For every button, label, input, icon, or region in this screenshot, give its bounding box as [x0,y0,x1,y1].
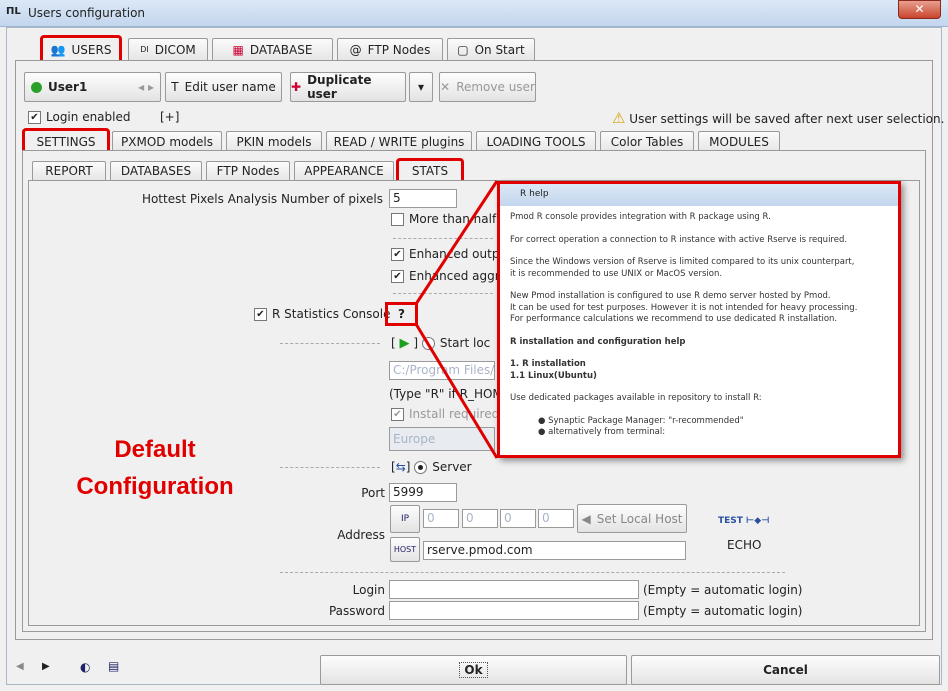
help-bullet: ● Synaptic Package Manager: "r-recommend… [538,415,744,426]
help-paragraph: Since the Windows version of Rserve is l… [510,257,855,279]
help-subheading: 1. R installation [510,359,586,369]
help-paragraph: For correct operation a connection to R … [510,234,848,245]
r-help-window: R help Pmod R console provides integrati… [497,181,901,458]
bullet-text: alternatively from terminal: [548,427,666,437]
ok-button[interactable]: Ok [320,655,627,685]
back-icon[interactable]: ◀ [16,661,24,672]
help-subheading: 1.1 Linux(Ubuntu) [510,370,597,381]
r-help-titlebar: R help [500,184,898,206]
r-help-title: R help [520,189,549,199]
annotation-line-2: Configuration [76,473,234,500]
reset-icon[interactable]: ◐ [80,660,90,674]
help-paragraph: New Pmod installation is configured to u… [510,291,858,324]
calculator-icon[interactable]: ▤ [108,659,119,673]
help-heading: R installation and configuration help [510,336,686,347]
help-bullet: ● alternatively from terminal: [538,427,666,437]
annotation-line-1: Default [114,436,196,463]
callout-line-bottom [414,323,499,459]
help-paragraph: Use dedicated packages available in repo… [510,393,762,403]
help-bullets: ● Synaptic Package Manager: "r-recommend… [510,416,888,439]
help-paragraph: Pmod R console provides integration with… [510,212,771,222]
callout-line-top [414,180,499,305]
button-label: Cancel [763,663,808,677]
bullet-text: Synaptic Package Manager: "r-recommended… [548,415,744,426]
cancel-button[interactable]: Cancel [631,655,940,685]
r-help-content: Pmod R console provides integration with… [500,206,898,445]
button-label: Ok [459,662,488,678]
forward-icon[interactable]: ▶ [42,661,50,672]
